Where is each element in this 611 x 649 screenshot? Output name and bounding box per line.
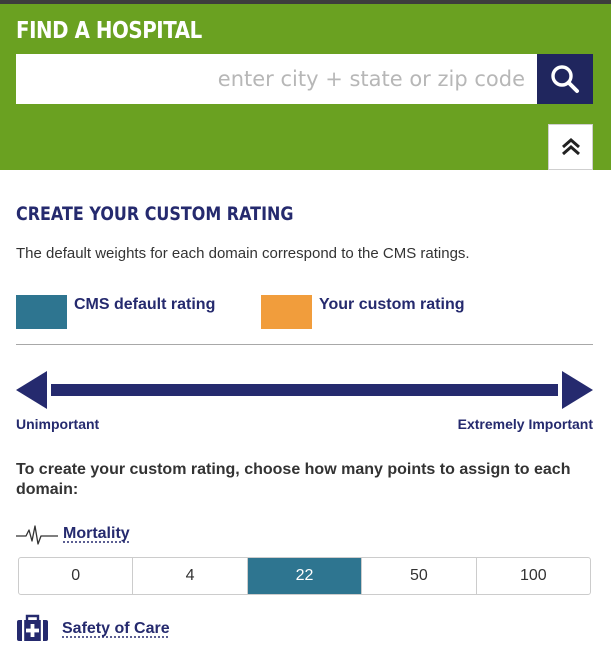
location-search-input[interactable] xyxy=(16,54,537,104)
header-title: FIND A HOSPITAL xyxy=(16,18,202,44)
custom-rating-label: Your custom rating xyxy=(319,296,465,313)
domain-safety-of-care-link[interactable]: Safety of Care xyxy=(62,620,170,638)
points-option-100[interactable]: 100 xyxy=(475,558,590,594)
first-aid-kit-icon xyxy=(17,614,48,641)
find-hospital-header: FIND A HOSPITAL xyxy=(0,4,611,170)
points-option-50[interactable]: 50 xyxy=(361,558,475,594)
domain-mortality-link[interactable]: Mortality xyxy=(63,525,130,543)
custom-rating-swatch xyxy=(261,295,312,329)
collapse-button[interactable] xyxy=(548,124,593,170)
magnifier-icon xyxy=(551,65,579,93)
points-option-0[interactable]: 0 xyxy=(19,558,132,594)
scale-low-label: Unimportant xyxy=(16,416,100,432)
divider xyxy=(16,344,593,345)
heartbeat-icon xyxy=(16,525,58,545)
instructions-text: To create your custom rating, choose how… xyxy=(16,461,571,498)
cms-default-label: CMS default rating xyxy=(74,296,216,313)
points-option-4[interactable]: 4 xyxy=(132,558,246,594)
double-headed-arrow-icon xyxy=(16,371,593,409)
mortality-points-selector: 0 4 22 50 100 xyxy=(18,557,591,595)
cms-default-swatch xyxy=(16,295,67,329)
search-button[interactable] xyxy=(537,54,593,104)
custom-rating-title: CREATE YOUR CUSTOM RATING xyxy=(16,203,294,225)
double-chevron-up-icon xyxy=(561,138,580,156)
intro-text: The default weights for each domain corr… xyxy=(16,245,470,262)
scale-high-label: Extremely Important xyxy=(457,416,593,432)
points-option-22-selected[interactable]: 22 xyxy=(246,558,362,594)
